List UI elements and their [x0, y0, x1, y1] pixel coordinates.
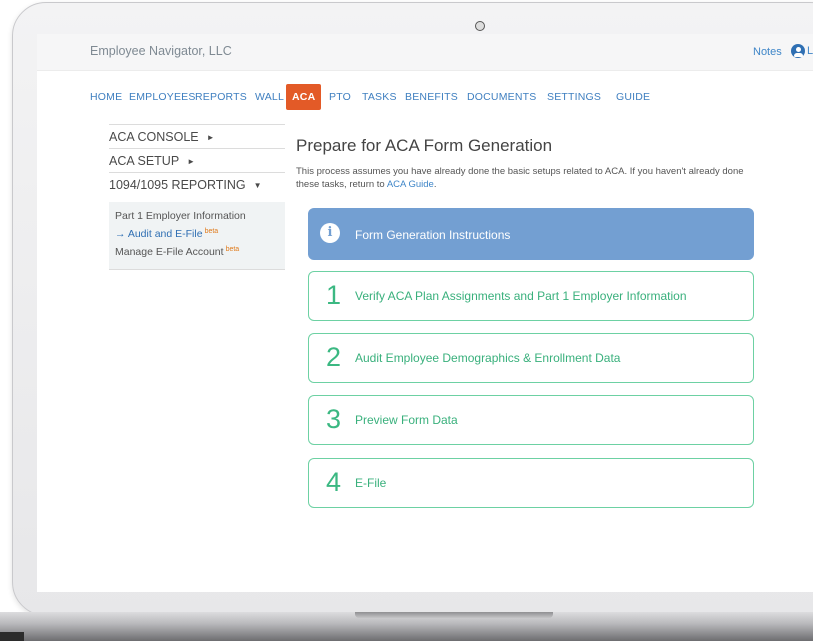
step-label: Audit Employee Demographics & Enrollment…	[355, 351, 621, 365]
submenu-item-manage-efile[interactable]: Manage E-File Account beta	[115, 242, 285, 260]
caret-right-icon: ►	[206, 133, 215, 142]
nav-reports[interactable]: REPORTS	[195, 91, 247, 103]
company-name: Employee Navigator, LLC	[90, 44, 232, 58]
notes-link[interactable]: Notes	[753, 46, 782, 58]
caret-down-icon: ▼	[253, 181, 262, 190]
sidebar-item-reporting[interactable]: 1094/1095 REPORTING ▼	[109, 172, 285, 196]
step-card-3[interactable]: 3 Preview Form Data	[308, 395, 754, 445]
nav-wall[interactable]: WALL	[255, 91, 284, 103]
step-number: 3	[326, 404, 342, 434]
sidebar: ACA CONSOLE ► ACA SETUP ► 1094/1095 REPORT…	[109, 124, 285, 270]
arrow-right-icon: →	[115, 228, 126, 240]
step-card-2[interactable]: 2 Audit Employee Demographics & Enrollme…	[308, 333, 754, 383]
step-label: E-File	[355, 476, 387, 490]
sidebar-item-label: ACA CONSOLE	[109, 130, 199, 144]
submenu-item-label: Audit and E-File	[127, 228, 203, 240]
step-label: Verify ACA Plan Assignments and Part 1 E…	[355, 289, 687, 303]
step-number: 2	[326, 342, 342, 372]
nav-benefits[interactable]: BENEFITS	[405, 91, 458, 103]
laptop-hinge	[355, 612, 553, 618]
sidebar-item-aca-console[interactable]: ACA CONSOLE ►	[109, 124, 285, 148]
nav-employees[interactable]: EMPLOYEES	[129, 91, 196, 103]
nav-aca[interactable]: ACA	[286, 84, 322, 110]
nav-settings[interactable]: SETTINGS	[547, 91, 601, 103]
nav-documents[interactable]: DOCUMENTS	[467, 91, 536, 103]
nav-guide[interactable]: GUIDE	[616, 91, 650, 103]
top-bar: Employee Navigator, LLC Notes L	[37, 34, 813, 71]
aca-guide-link[interactable]: ACA Guide	[387, 179, 434, 190]
form-instructions-card[interactable]: i Form Generation Instructions	[308, 208, 754, 260]
info-icon: i	[320, 223, 340, 243]
main-nav: HOME EMPLOYEES REPORTS WALL ACA PTO TASK…	[37, 81, 813, 115]
sidebar-item-aca-setup[interactable]: ACA SETUP ►	[109, 148, 285, 172]
sidebar-item-label: ACA SETUP	[109, 154, 180, 168]
submenu-item-label: Part 1 Employer Information	[115, 210, 246, 222]
laptop-base-corner	[0, 632, 24, 641]
nav-tasks[interactable]: TASKS	[362, 91, 397, 103]
step-card-4[interactable]: 4 E-File	[308, 458, 754, 508]
page-title: Prepare for ACA Form Generation	[296, 136, 553, 155]
submenu-item-label: Manage E-File Account	[115, 246, 224, 258]
camera-icon	[475, 21, 485, 31]
intro-end: .	[433, 179, 437, 190]
user-menu-label[interactable]: L	[807, 45, 813, 57]
beta-badge: beta	[225, 246, 240, 253]
step-card-1[interactable]: 1 Verify ACA Plan Assignments and Part 1…	[308, 271, 754, 321]
submenu-item-audit-efile[interactable]: → Audit and E-File beta	[115, 224, 285, 242]
beta-badge: beta	[204, 228, 219, 235]
submenu-item-employer-info[interactable]: Part 1 Employer Information	[115, 209, 285, 224]
step-number: 1	[326, 280, 342, 310]
user-icon[interactable]	[791, 44, 805, 58]
nav-home[interactable]: HOME	[90, 91, 122, 103]
step-label: Preview Form Data	[355, 413, 458, 427]
main-content: Prepare for ACA Form Generation This pro…	[296, 136, 766, 508]
intro-body: This process assumes you have already do…	[296, 166, 744, 190]
card-label: Form Generation Instructions	[355, 228, 511, 242]
intro-text: This process assumes you have already do…	[296, 165, 766, 191]
app-screen: Employee Navigator, LLC Notes L HOME EMP…	[37, 34, 813, 592]
step-number: 4	[326, 467, 342, 497]
reporting-submenu: Part 1 Employer Information → Audit and …	[109, 202, 285, 270]
sidebar-item-label: 1094/1095 REPORTING	[109, 178, 246, 192]
caret-right-icon: ►	[187, 157, 196, 166]
nav-pto[interactable]: PTO	[329, 91, 351, 103]
